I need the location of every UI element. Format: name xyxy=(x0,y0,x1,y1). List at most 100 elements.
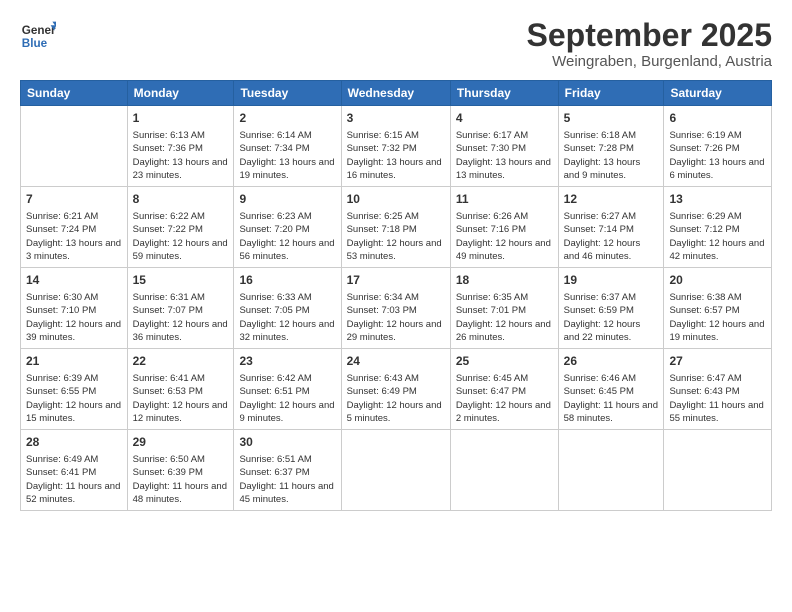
cell-content: 30Sunrise: 6:51 AMSunset: 6:37 PMDayligh… xyxy=(239,434,335,506)
svg-text:Blue: Blue xyxy=(22,37,48,50)
day-number: 18 xyxy=(456,272,553,289)
logo-icon: General Blue xyxy=(20,18,56,54)
cell-content: 17Sunrise: 6:34 AMSunset: 7:03 PMDayligh… xyxy=(347,272,445,344)
sunrise-text: Sunrise: 6:37 AM xyxy=(564,291,659,304)
sunset-text: Sunset: 6:45 PM xyxy=(564,385,659,398)
daylight-text: Daylight: 12 hours and 32 minutes. xyxy=(239,318,335,345)
sunset-text: Sunset: 7:32 PM xyxy=(347,142,445,155)
col-tuesday: Tuesday xyxy=(234,81,341,106)
sunrise-text: Sunrise: 6:19 AM xyxy=(669,129,766,142)
daylight-text: Daylight: 13 hours and 16 minutes. xyxy=(347,156,445,183)
table-cell: 12Sunrise: 6:27 AMSunset: 7:14 PMDayligh… xyxy=(558,187,664,268)
cell-content: 28Sunrise: 6:49 AMSunset: 6:41 PMDayligh… xyxy=(26,434,122,506)
header-row: Sunday Monday Tuesday Wednesday Thursday… xyxy=(21,81,772,106)
sunset-text: Sunset: 6:55 PM xyxy=(26,385,122,398)
sunrise-text: Sunrise: 6:43 AM xyxy=(347,372,445,385)
cell-content: 22 Sunrise: 6:41 AMSunset: 6:53 PMDayligh… xyxy=(133,353,229,425)
cell-content: 3Sunrise: 6:15 AMSunset: 7:32 PMDaylight… xyxy=(347,110,445,182)
day-number: 8 xyxy=(133,191,229,208)
cell-content: 26Sunrise: 6:46 AMSunset: 6:45 PMDayligh… xyxy=(564,353,659,425)
cell-content: 9Sunrise: 6:23 AMSunset: 7:20 PMDaylight… xyxy=(239,191,335,263)
table-cell: 17Sunrise: 6:34 AMSunset: 7:03 PMDayligh… xyxy=(341,268,450,349)
sunrise-text: Sunrise: 6:25 AM xyxy=(347,210,445,223)
calendar-title: September 2025 xyxy=(527,18,772,53)
calendar-subtitle: Weingraben, Burgenland, Austria xyxy=(527,53,772,70)
cell-content: 20Sunrise: 6:38 AMSunset: 6:57 PMDayligh… xyxy=(669,272,766,344)
sunrise-text: Sunrise: 6:14 AM xyxy=(239,129,335,142)
table-cell xyxy=(341,430,450,511)
table-cell: 14Sunrise: 6:30 AMSunset: 7:10 PMDayligh… xyxy=(21,268,128,349)
table-cell: 16Sunrise: 6:33 AMSunset: 7:05 PMDayligh… xyxy=(234,268,341,349)
sunset-text: Sunset: 7:26 PM xyxy=(669,142,766,155)
table-cell: 18Sunrise: 6:35 AMSunset: 7:01 PMDayligh… xyxy=(450,268,558,349)
cell-content: 23Sunrise: 6:42 AMSunset: 6:51 PMDayligh… xyxy=(239,353,335,425)
table-cell: 3Sunrise: 6:15 AMSunset: 7:32 PMDaylight… xyxy=(341,106,450,187)
sunrise-text: Sunrise: 6:41 AM xyxy=(133,372,229,385)
table-cell: 19Sunrise: 6:37 AMSunset: 6:59 PMDayligh… xyxy=(558,268,664,349)
sunset-text: Sunset: 6:53 PM xyxy=(133,385,229,398)
col-friday: Friday xyxy=(558,81,664,106)
day-number: 1 xyxy=(133,110,229,127)
col-wednesday: Wednesday xyxy=(341,81,450,106)
day-number: 2 xyxy=(239,110,335,127)
day-number: 13 xyxy=(669,191,766,208)
sunrise-text: Sunrise: 6:34 AM xyxy=(347,291,445,304)
sunrise-text: Sunrise: 6:33 AM xyxy=(239,291,335,304)
cell-content: 6Sunrise: 6:19 AMSunset: 7:26 PMDaylight… xyxy=(669,110,766,182)
day-number: 26 xyxy=(564,353,659,370)
sunrise-text: Sunrise: 6:42 AM xyxy=(239,372,335,385)
sunset-text: Sunset: 7:34 PM xyxy=(239,142,335,155)
table-cell: 9Sunrise: 6:23 AMSunset: 7:20 PMDaylight… xyxy=(234,187,341,268)
col-monday: Monday xyxy=(127,81,234,106)
sunrise-text: Sunrise: 6:50 AM xyxy=(133,453,229,466)
cell-content: 15Sunrise: 6:31 AMSunset: 7:07 PMDayligh… xyxy=(133,272,229,344)
cell-content: 5Sunrise: 6:18 AMSunset: 7:28 PMDaylight… xyxy=(564,110,659,182)
day-number: 4 xyxy=(456,110,553,127)
table-cell: 13Sunrise: 6:29 AMSunset: 7:12 PMDayligh… xyxy=(664,187,772,268)
cell-content: 1Sunrise: 6:13 AMSunset: 7:36 PMDaylight… xyxy=(133,110,229,182)
day-number: 19 xyxy=(564,272,659,289)
day-number: 28 xyxy=(26,434,122,451)
cell-content: 4Sunrise: 6:17 AMSunset: 7:30 PMDaylight… xyxy=(456,110,553,182)
table-cell xyxy=(558,430,664,511)
sunset-text: Sunset: 7:20 PM xyxy=(239,223,335,236)
day-number: 27 xyxy=(669,353,766,370)
daylight-text: Daylight: 12 hours and 15 minutes. xyxy=(26,399,122,426)
sunset-text: Sunset: 7:14 PM xyxy=(564,223,659,236)
sunrise-text: Sunrise: 6:23 AM xyxy=(239,210,335,223)
daylight-text: Daylight: 12 hours and 53 minutes. xyxy=(347,237,445,264)
day-number: 20 xyxy=(669,272,766,289)
daylight-text: Daylight: 11 hours and 58 minutes. xyxy=(564,399,659,426)
page: General Blue September 2025 Weingraben, … xyxy=(0,0,792,612)
sunrise-text: Sunrise: 6:47 AM xyxy=(669,372,766,385)
daylight-text: Daylight: 11 hours and 45 minutes. xyxy=(239,480,335,507)
sunset-text: Sunset: 6:43 PM xyxy=(669,385,766,398)
daylight-text: Daylight: 12 hours and 9 minutes. xyxy=(239,399,335,426)
day-number: 22 xyxy=(133,353,229,370)
table-cell: 23Sunrise: 6:42 AMSunset: 6:51 PMDayligh… xyxy=(234,349,341,430)
day-number: 11 xyxy=(456,191,553,208)
sunset-text: Sunset: 7:03 PM xyxy=(347,304,445,317)
daylight-text: Daylight: 12 hours and 12 minutes. xyxy=(133,399,229,426)
sunset-text: Sunset: 7:10 PM xyxy=(26,304,122,317)
sunset-text: Sunset: 7:18 PM xyxy=(347,223,445,236)
daylight-text: Daylight: 11 hours and 52 minutes. xyxy=(26,480,122,507)
daylight-text: Daylight: 13 hours and 23 minutes. xyxy=(133,156,229,183)
table-cell: 22 Sunrise: 6:41 AMSunset: 6:53 PMDayligh… xyxy=(127,349,234,430)
table-cell: 8Sunrise: 6:22 AMSunset: 7:22 PMDaylight… xyxy=(127,187,234,268)
daylight-text: Daylight: 12 hours and 56 minutes. xyxy=(239,237,335,264)
sunrise-text: Sunrise: 6:21 AM xyxy=(26,210,122,223)
svg-text:General: General xyxy=(22,24,56,37)
sunrise-text: Sunrise: 6:22 AM xyxy=(133,210,229,223)
table-cell xyxy=(664,430,772,511)
sunset-text: Sunset: 7:16 PM xyxy=(456,223,553,236)
sunset-text: Sunset: 7:01 PM xyxy=(456,304,553,317)
week-row-4: 21Sunrise: 6:39 AMSunset: 6:55 PMDayligh… xyxy=(21,349,772,430)
day-number: 6 xyxy=(669,110,766,127)
sunrise-text: Sunrise: 6:30 AM xyxy=(26,291,122,304)
sunrise-text: Sunrise: 6:15 AM xyxy=(347,129,445,142)
sunrise-text: Sunrise: 6:18 AM xyxy=(564,129,659,142)
col-saturday: Saturday xyxy=(664,81,772,106)
day-number: 17 xyxy=(347,272,445,289)
col-sunday: Sunday xyxy=(21,81,128,106)
